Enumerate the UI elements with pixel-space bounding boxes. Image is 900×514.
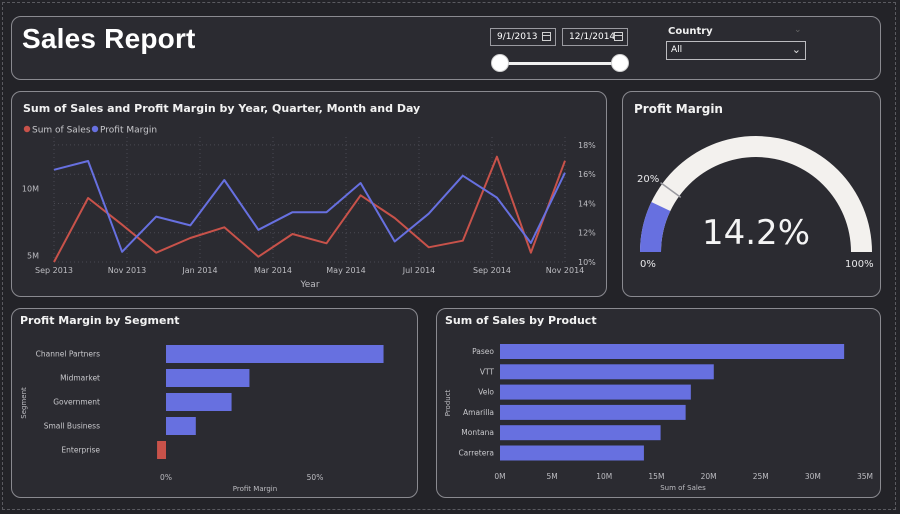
line-x-tick-label: Sep 2014 (473, 266, 511, 275)
bar (157, 441, 166, 459)
date-range-start-handle[interactable] (491, 54, 509, 72)
category-label: Channel Partners (36, 350, 100, 359)
category-label: Velo (478, 388, 494, 397)
product-x-axis-title: Sum of Sales (660, 484, 706, 492)
bar (166, 369, 250, 387)
legend-profit-margin-marker (91, 125, 99, 133)
gauge-target-label: 20% (637, 174, 659, 185)
bar (166, 417, 196, 435)
calendar-icon[interactable] (614, 32, 623, 41)
country-filter-label: Country (668, 26, 713, 37)
line-chart-card: Sum of Sales and Profit Margin by Year, … (11, 91, 607, 297)
category-label: VTT (480, 367, 495, 376)
x-tick-label: 10M (596, 472, 612, 481)
line-right-tick-label: 14% (578, 199, 596, 208)
product-y-axis-title: Product (444, 389, 452, 416)
category-label: Small Business (44, 422, 100, 431)
bar (500, 384, 691, 400)
bar (500, 364, 714, 380)
start-date-value: 9/1/2013 (497, 32, 538, 42)
category-label: Midmarket (60, 374, 100, 383)
line-x-tick-label: Sep 2013 (35, 266, 73, 275)
legend-sales-label: Sum of Sales (32, 126, 91, 136)
segment-chart-card: Profit Margin by Segment 0% 50% Channel Pa… (11, 308, 418, 498)
line-x-tick-label: Jan 2014 (181, 266, 217, 275)
report-title: Sales Report (22, 23, 196, 54)
line-chart: Sum of Sales Profit Margin 10%12%14%16%1… (22, 125, 596, 291)
x-tick-label: 15M (648, 472, 664, 481)
collapse-chevron-icon[interactable]: ⌄ (794, 25, 802, 35)
line-x-tick-label: Mar 2014 (254, 266, 292, 275)
country-dropdown[interactable]: All ⌄ (666, 41, 806, 60)
date-range-end-handle[interactable] (611, 54, 629, 72)
end-date-input[interactable]: 12/1/2014 (562, 28, 628, 46)
line-x-tick-label: Nov 2013 (108, 266, 147, 275)
line-x-tick-label: Jul 2014 (402, 266, 436, 275)
line-left-tick-label: 5M (27, 251, 39, 260)
gauge-fill (640, 201, 671, 252)
x-tick-label: 0% (160, 473, 172, 482)
gauge-min-label: 0% (640, 259, 656, 270)
header-card: Sales Report 9/1/2013 12/1/2014 Country … (11, 16, 881, 80)
x-tick-label: 30M (805, 472, 821, 481)
date-range-slider-track[interactable] (500, 62, 620, 65)
line-x-axis-title: Year (299, 280, 319, 290)
line-right-tick-label: 16% (578, 170, 596, 179)
bar (500, 445, 644, 461)
gauge-chart: 14.2% 0% 100% 20% (637, 136, 874, 270)
segment-bar-chart: 0% 50% Channel Partners Midmarket Government… (20, 345, 384, 493)
end-date-value: 12/1/2014 (569, 32, 616, 42)
line-left-tick-label: 10M (22, 185, 39, 194)
x-tick-label: 50% (307, 473, 324, 482)
sales-series-line (53, 155, 566, 263)
x-tick-label: 25M (753, 472, 769, 481)
category-label: Government (53, 398, 100, 407)
legend-profit-margin-label: Profit Margin (100, 126, 157, 136)
x-tick-label: 20M (701, 472, 717, 481)
category-label: Enterprise (61, 446, 100, 455)
segment-x-axis-title: Profit Margin (233, 485, 277, 493)
category-label: Carretera (458, 449, 494, 458)
country-dropdown-value: All (671, 45, 683, 55)
x-tick-label: 0M (494, 472, 505, 481)
bar (166, 393, 232, 411)
gauge-value-label: 14.2% (702, 213, 810, 253)
gauge-card: Profit Margin 14.2% 0% 100% 20% (622, 91, 881, 297)
segment-y-axis-title: Segment (20, 387, 28, 419)
line-right-tick-label: 18% (578, 141, 596, 150)
chevron-down-icon: ⌄ (791, 43, 801, 56)
start-date-input[interactable]: 9/1/2013 (490, 28, 556, 46)
bar (500, 404, 686, 420)
x-tick-label: 35M (857, 472, 873, 481)
bar (166, 345, 384, 363)
category-label: Amarilla (463, 408, 494, 417)
product-bar-chart: 0M 5M 10M 15M 20M 25M 30M 35M Paseo VTT Velo Amaril… (444, 344, 873, 492)
category-label: Paseo (472, 347, 494, 356)
bar (500, 425, 661, 441)
line-right-tick-label: 12% (578, 229, 596, 238)
gauge-max-label: 100% (845, 259, 874, 270)
line-x-tick-label: Nov 2014 (546, 266, 585, 275)
line-x-tick-label: May 2014 (326, 266, 365, 275)
calendar-icon[interactable] (542, 32, 551, 41)
x-tick-label: 5M (547, 472, 558, 481)
legend-sales-marker (23, 125, 31, 133)
bar (500, 344, 845, 359)
category-label: Montana (461, 428, 494, 437)
product-chart-card: Sum of Sales by Product 0M 5M 10M 15M 20M 25M… (436, 308, 881, 498)
